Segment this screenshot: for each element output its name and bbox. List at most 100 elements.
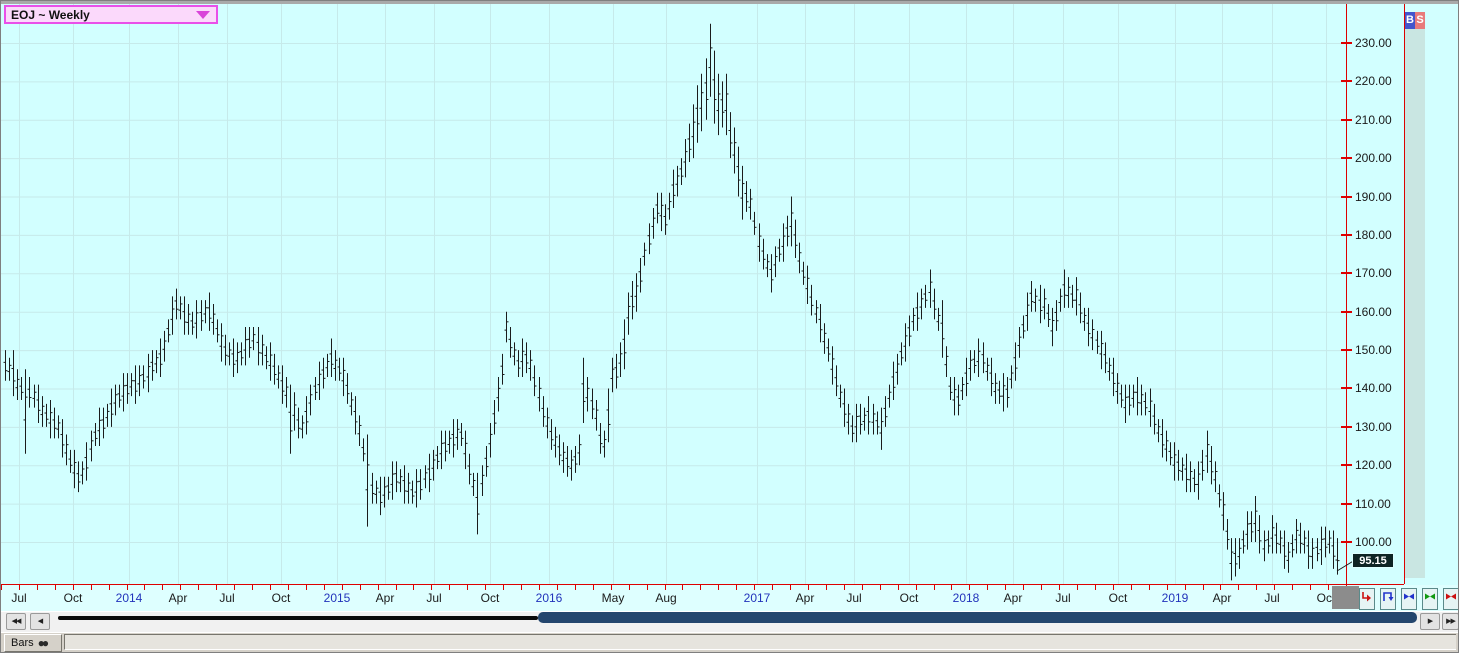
date-axis: Jul Oct 2014 Apr Jul Oct 2015 Apr Jul Oct 2016 May A… [1,585,1458,611]
date-tick [396,585,397,590]
bracket-arrow-icon [1382,590,1394,608]
month-label: Apr [795,591,815,605]
double-left-arrow-icon: ◀◀ [11,618,22,625]
scroll-left-button[interactable]: ◀ [30,613,50,630]
price-tick [1341,157,1352,160]
price-tick [1341,233,1352,236]
price-tick [1341,272,1352,275]
date-tick [306,585,307,590]
date-tick [55,585,56,590]
price-tick-label: 150.00 [1355,343,1392,358]
price-tick [1341,41,1352,44]
price-tick [1341,425,1352,428]
tab-bar-empty-area [64,634,1456,650]
price-tick-label: 180.00 [1355,227,1392,242]
date-tick [342,585,343,590]
date-tick [73,585,74,590]
date-tick [1256,585,1257,590]
price-tick [1341,310,1352,313]
price-tick [1341,349,1352,352]
price-tick-label: 160.00 [1355,304,1392,319]
zoom-y-button[interactable] [1422,588,1438,610]
price-tick-label: 120.00 [1355,458,1392,473]
step-scroll-button[interactable] [1380,588,1396,610]
date-tick [485,585,486,590]
elbow-arrow-icon [1361,590,1373,608]
date-tick [467,585,468,590]
scrollbar-track[interactable] [58,616,538,620]
price-tick-label: 210.00 [1355,112,1392,127]
date-tick [1,585,2,590]
year-label: 2018 [952,591,980,605]
year-label: 2019 [1161,591,1189,605]
date-tick [790,585,791,590]
date-tick [1203,585,1204,590]
date-tick [593,585,594,590]
date-tick [1023,585,1024,590]
date-tick [1238,585,1239,590]
zoom-reset-button[interactable] [1443,588,1458,610]
year-label: 2015 [323,591,351,605]
scroll-right-button[interactable]: ▶ [1420,613,1440,630]
date-tick [1274,585,1275,590]
month-label: Oct [899,591,919,605]
date-tick [575,585,576,590]
price-tick-label: 190.00 [1355,189,1392,204]
month-label: Oct [63,591,83,605]
buy-button[interactable]: B [1405,12,1415,29]
last-price-flag: 95.15 [1352,553,1394,568]
chevron-down-icon [196,10,210,19]
vertical-scroll-strip[interactable] [1405,12,1425,578]
date-tick [180,585,181,590]
price-tick [1341,80,1352,83]
month-label: Apr [1003,591,1023,605]
tab-bars[interactable]: Bars ●● [4,634,62,652]
month-label: Apr [375,591,395,605]
date-tick [539,585,540,590]
date-tick [951,585,952,590]
date-tick [772,585,773,590]
price-tick-label: 200.00 [1355,151,1392,166]
date-tick [324,585,325,590]
month-label: Jul [846,591,862,605]
date-tick [1005,585,1006,590]
date-tick [682,585,683,590]
price-tick-label: 170.00 [1355,266,1392,281]
symbol-timeframe-dropdown[interactable]: EOJ ~ Weekly [4,5,218,24]
date-tick [360,585,361,590]
date-tick [37,585,38,590]
date-tick [880,585,881,590]
date-tick [127,585,128,590]
date-tick [1328,585,1329,590]
month-label: Oct [271,591,291,605]
date-tick [557,585,558,590]
date-tick [91,585,92,590]
chart-window: EOJ ~ Weekly 100.00 110.00 120.00 130.00 140… [0,0,1459,653]
scroll-far-right-button[interactable]: ▶▶ [1442,613,1458,630]
price-tick-label: 230.00 [1355,35,1392,50]
date-tick [844,585,845,590]
date-tick [1113,585,1114,590]
date-tick [503,585,504,590]
date-tick [109,585,110,590]
date-tick [431,585,432,590]
scrollbar-thumb[interactable] [538,612,1417,623]
date-tick [449,585,450,590]
price-tick [1341,387,1352,390]
date-tick [144,585,145,590]
sell-button[interactable]: S [1415,12,1425,29]
date-tick [754,585,755,590]
price-tick-label: 220.00 [1355,74,1392,89]
pan-to-end-button[interactable] [1359,588,1375,610]
month-label: Jul [1055,591,1071,605]
date-tick [1310,585,1311,590]
tab-bars-label: Bars [11,637,34,649]
price-tick [1341,502,1352,505]
date-tick [270,585,271,590]
zoom-x-button[interactable] [1401,588,1417,610]
date-axis-end-block [1332,586,1359,609]
price-chart-canvas[interactable] [1,1,1346,584]
date-tick [162,585,163,590]
month-label: Jul [219,591,235,605]
scroll-far-left-button[interactable]: ◀◀ [6,613,26,630]
